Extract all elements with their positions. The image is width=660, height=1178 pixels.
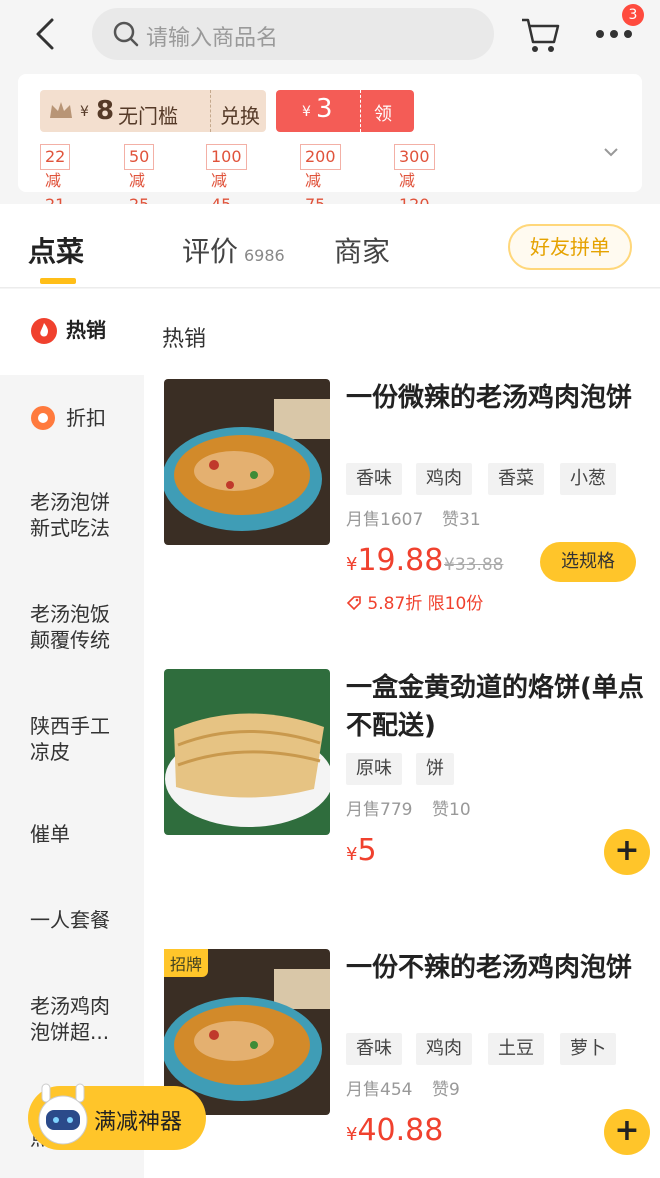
- sidebar-item-label: 折扣: [66, 406, 106, 430]
- product-image[interactable]: [164, 379, 330, 545]
- discount-info: 5.87折 限10份: [346, 589, 483, 614]
- discount-tier: 200减75: [300, 144, 341, 214]
- likes-count: 赞31: [442, 510, 481, 530]
- product-image[interactable]: [164, 669, 330, 835]
- product-tag: 土豆: [488, 1033, 544, 1065]
- claim-button[interactable]: 领: [374, 100, 392, 126]
- sidebar-item-hot[interactable]: 热销: [0, 289, 144, 375]
- sidebar-item-category[interactable]: 催单: [0, 821, 144, 847]
- sidebar-item-category[interactable]: 老汤泡饭 颠覆传统: [0, 601, 144, 653]
- signature-badge: 招牌: [164, 949, 209, 977]
- sidebar-item-category[interactable]: 老汤泡饼 新式吃法: [0, 489, 144, 541]
- active-tab-indicator: [40, 278, 76, 284]
- price-value: 5: [357, 833, 377, 868]
- sidebar-item-category[interactable]: 老汤鸡肉 泡饼超...: [0, 993, 144, 1045]
- price: ¥5: [346, 833, 377, 868]
- product-tag: 香菜: [488, 463, 544, 495]
- cart-icon[interactable]: [518, 12, 562, 56]
- cart-badge: 3: [622, 4, 644, 26]
- price: ¥40.88: [346, 1113, 443, 1148]
- product-tag: 鸡肉: [416, 463, 472, 495]
- red-coupon[interactable]: ¥ 3 领: [276, 90, 414, 132]
- crown-icon: [50, 102, 72, 118]
- discount-tier: 50减25: [124, 144, 155, 214]
- product-tag: 鸡肉: [416, 1033, 472, 1065]
- product-list: 热销 一份微辣的老汤鸡肉泡饼 香味 鸡肉 香菜 小葱 月售1607 赞31 ¥1…: [144, 289, 660, 1178]
- robot-icon: [38, 1083, 88, 1145]
- choose-spec-button[interactable]: 选规格: [540, 542, 636, 582]
- discount-text: 5.87折 限10份: [367, 594, 484, 614]
- product-item[interactable]: 招牌 一份不辣的老汤鸡肉泡饼 香味 鸡肉 土豆 萝卜 月售454 赞9 ¥40.…: [164, 949, 650, 1169]
- sidebar-item-category[interactable]: 陕西手工 凉皮: [0, 713, 144, 765]
- sidebar-item-label: 热销: [66, 318, 106, 342]
- vip-text: 无门槛: [118, 104, 178, 128]
- discount-icon: [31, 406, 55, 430]
- sidebar-item-category[interactable]: 一人套餐: [0, 907, 144, 933]
- monthly-sales: 月售779: [346, 800, 413, 820]
- price-yen: ¥: [346, 554, 358, 575]
- back-arrow-icon[interactable]: [28, 14, 62, 54]
- search-placeholder: 请输入商品名: [146, 26, 279, 51]
- tag-icon: [346, 596, 361, 611]
- product-tag: 原味: [346, 753, 402, 785]
- top-bar: 请输入商品名 3: [0, 0, 660, 70]
- vip-yen: ¥: [80, 104, 89, 120]
- coupon-card: ¥ 8 无门槛 兑换 ¥ 3 领 22减21 50减25 100减45 200减…: [18, 74, 642, 214]
- price-yen: ¥: [346, 844, 358, 865]
- price-yen: ¥: [346, 1124, 358, 1145]
- vip-amount: 8: [96, 96, 115, 126]
- chevron-down-icon[interactable]: [602, 144, 620, 160]
- product-tag: 萝卜: [560, 1033, 616, 1065]
- monthly-sales: 月售454: [346, 1080, 413, 1100]
- flame-icon: [31, 318, 57, 344]
- likes-count: 赞10: [432, 800, 471, 820]
- tab-shop[interactable]: 商家: [334, 230, 390, 270]
- product-tag: 香味: [346, 1033, 402, 1065]
- vip-coupon[interactable]: ¥ 8 无门槛 兑换: [40, 90, 266, 132]
- red-coupon-amount: 3: [316, 94, 333, 124]
- sidebar-item-discount[interactable]: 折扣: [0, 405, 144, 435]
- tab-order[interactable]: 点菜: [28, 230, 84, 270]
- discount-tier: 22减21: [40, 144, 71, 214]
- friend-group-order-button[interactable]: 好友拼单: [508, 224, 632, 270]
- product-name: 一盒金黄劲道的烙饼(单点不配送): [346, 673, 644, 741]
- promo-floating-button[interactable]: 满减神器: [28, 1083, 206, 1150]
- product-name: 一份不辣的老汤鸡肉泡饼: [346, 953, 633, 983]
- product-tag: 小葱: [560, 463, 616, 495]
- category-sidebar: 热销 折扣 老汤泡饼 新式吃法 老汤泡饭 颠覆传统 陕西手工 凉皮 催单 一人套…: [0, 289, 144, 1178]
- add-to-cart-button[interactable]: +: [604, 1109, 650, 1155]
- product-item[interactable]: 一份微辣的老汤鸡肉泡饼 香味 鸡肉 香菜 小葱 月售1607 赞31 ¥19.8…: [164, 379, 644, 619]
- original-price: ¥33.88: [444, 555, 504, 575]
- price: ¥19.88: [346, 543, 443, 578]
- exchange-button[interactable]: 兑换: [220, 100, 260, 129]
- product-name: 一份微辣的老汤鸡肉泡饼: [346, 383, 633, 413]
- discount-tier: 100减45: [206, 144, 247, 214]
- tab-bar: 点菜 评价 6986 商家 好友拼单: [0, 204, 660, 288]
- discount-tier: 300减120: [394, 144, 435, 214]
- search-icon: [113, 21, 139, 47]
- search-bar[interactable]: 请输入商品名: [92, 8, 494, 60]
- product-item[interactable]: 一盒金黄劲道的烙饼(单点不配送) 原味 饼 月售779 赞10 ¥5 +: [164, 669, 650, 879]
- monthly-sales: 月售1607: [346, 510, 424, 530]
- promo-label: 满减神器: [94, 1110, 183, 1135]
- price-value: 40.88: [357, 1113, 444, 1148]
- product-tag: 饼: [416, 753, 454, 785]
- red-coupon-yen: ¥: [302, 104, 311, 120]
- likes-count: 赞9: [432, 1080, 460, 1100]
- product-tag: 香味: [346, 463, 402, 495]
- price-value: 19.88: [357, 543, 444, 578]
- reviews-count: 6986: [244, 246, 285, 265]
- tab-reviews[interactable]: 评价: [182, 230, 238, 270]
- section-title: 热销: [162, 327, 207, 352]
- add-to-cart-button[interactable]: +: [604, 829, 650, 875]
